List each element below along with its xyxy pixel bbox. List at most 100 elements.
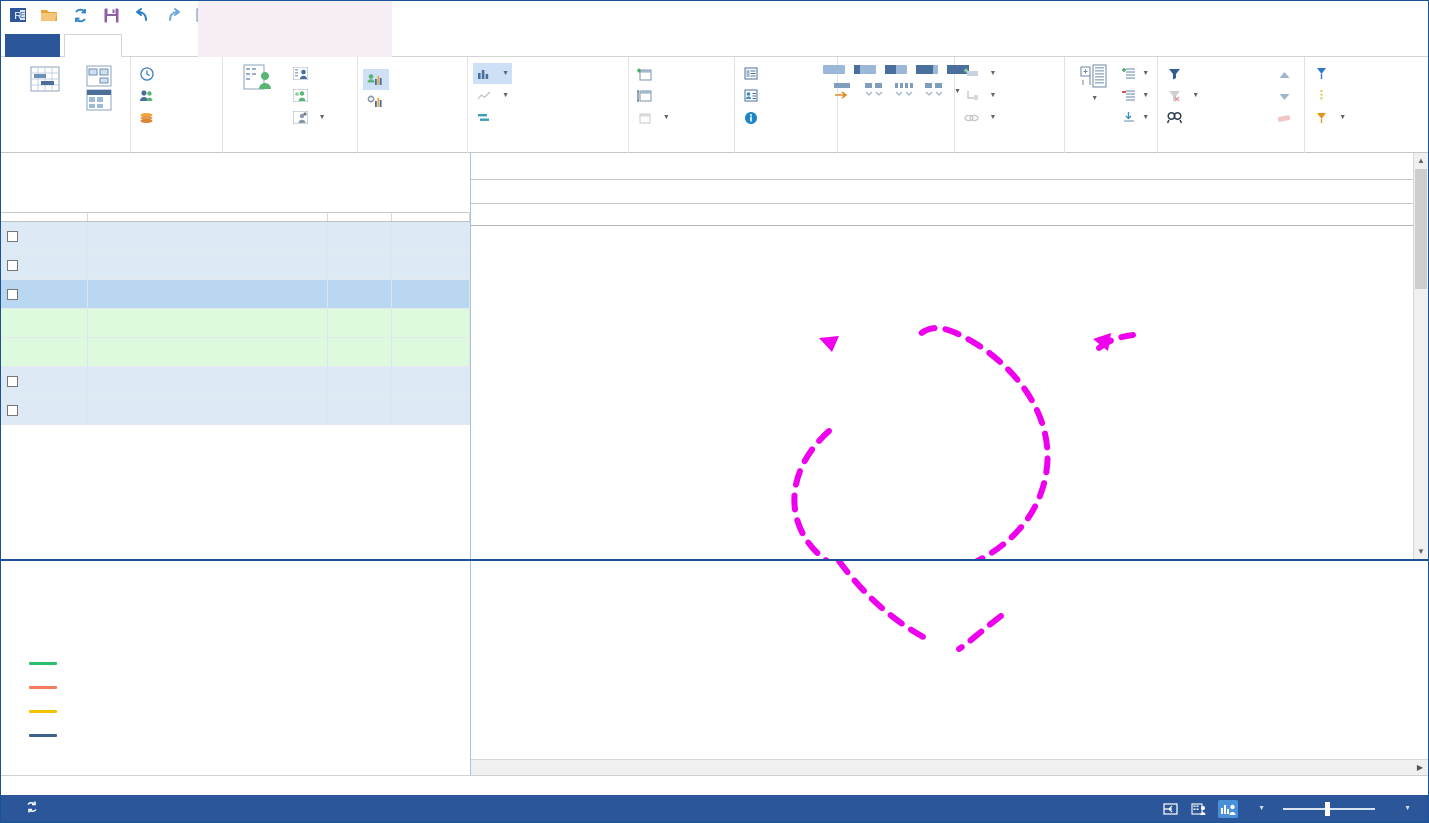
chart-horizontal-scrollbar[interactable]: ◀ ▶ [471, 759, 1428, 775]
rollen-button[interactable] [290, 63, 329, 84]
expand-icon[interactable] [7, 376, 18, 387]
kapazitaet-personal-button[interactable] [363, 69, 389, 90]
open-icon[interactable] [38, 4, 60, 26]
save-icon[interactable] [100, 4, 122, 26]
eraser-button[interactable] [1269, 108, 1299, 129]
chevron-down-icon[interactable]: ▼ [502, 70, 509, 77]
kapazitaet-maschinen-button[interactable] [363, 91, 389, 112]
zoom-slider[interactable] [1283, 808, 1375, 810]
main-content: ▲ ▼ [1, 153, 1428, 794]
capacity-view-icon[interactable] [1218, 800, 1238, 818]
grid-view-icon[interactable] [1189, 800, 1209, 818]
network-diagram-icon[interactable] [86, 65, 112, 87]
resource-chart-area: ◀ ▶ [1, 561, 1428, 775]
ressourcen-props-button[interactable] [740, 85, 766, 106]
verwalten-button[interactable] [634, 85, 673, 106]
calendar-view-icon[interactable] [86, 89, 112, 111]
table-row[interactable] [1, 222, 470, 251]
aufwand-button[interactable] [136, 85, 162, 106]
table-row[interactable] [1, 338, 470, 367]
table-row[interactable] [1, 251, 470, 280]
ressourcendiagramm-button[interactable]: ▼ [473, 63, 512, 84]
group-tasks-icon[interactable] [922, 81, 946, 101]
gantt-diagramm-button[interactable] [6, 61, 84, 99]
chevron-down-icon[interactable]: ▼ [1404, 805, 1411, 812]
undo-icon[interactable] [131, 4, 153, 26]
team-button[interactable] [290, 85, 329, 106]
stichtag-button[interactable] [1310, 63, 1349, 84]
chevron-down-icon[interactable]: ▼ [319, 114, 326, 121]
personal-view-button[interactable] [228, 61, 290, 95]
aktuelles-datum-button[interactable] [1310, 85, 1349, 106]
chevron-down-icon[interactable]: ▼ [1142, 92, 1149, 99]
table-row[interactable] [1, 280, 470, 309]
level-resources-icon[interactable] [862, 81, 886, 101]
col-header-aufwand[interactable] [327, 213, 391, 222]
tab-format[interactable] [198, 34, 392, 57]
ribbon-group-bearbeiten: ▼ [1158, 57, 1305, 153]
chevron-down-icon[interactable]: ▼ [1142, 114, 1149, 121]
row-aufwand [327, 367, 391, 396]
pct-0-button[interactable] [821, 65, 847, 75]
zeit-button[interactable] [136, 63, 162, 84]
col-header-name[interactable] [87, 213, 327, 222]
close-button[interactable] [1382, 3, 1424, 29]
scroll-down-button[interactable] [1269, 86, 1299, 107]
split-tasks-icon[interactable] [892, 81, 916, 101]
row-aufwand [327, 280, 391, 309]
scroll-up-button[interactable] [1269, 64, 1299, 85]
redo-icon[interactable] [162, 4, 184, 26]
col-header-unterdeckung[interactable] [391, 213, 469, 222]
chart-legend [29, 651, 69, 747]
app-logo-icon[interactable]: RE [7, 4, 29, 26]
indent-plus-button[interactable]: ▼ [1117, 63, 1152, 84]
teilprojekt-button: ▼ [960, 85, 999, 106]
scroll-thumb[interactable] [1415, 169, 1427, 289]
pct-75-button[interactable] [914, 65, 940, 75]
expand-icon[interactable] [7, 405, 18, 416]
scroll-down-arrow[interactable]: ▼ [1414, 544, 1428, 559]
pct-25-button[interactable] [852, 65, 878, 75]
tab-datei[interactable] [5, 34, 60, 57]
table-row[interactable] [1, 367, 470, 396]
split-view-icon[interactable] [1160, 800, 1180, 818]
filtern-button[interactable] [1163, 63, 1269, 84]
zoom-slider-thumb[interactable] [1325, 802, 1330, 816]
schedule-start-icon[interactable] [832, 81, 856, 101]
tab-projekt[interactable] [127, 34, 191, 57]
scroll-up-arrow[interactable]: ▲ [1414, 153, 1428, 168]
chevron-down-icon[interactable]: ▼ [1142, 70, 1149, 77]
expand-icon[interactable] [7, 231, 18, 242]
speichern-button[interactable] [634, 63, 673, 84]
indent-minus-button[interactable]: ▼ [1117, 85, 1152, 106]
tab-start[interactable] [64, 34, 122, 58]
refresh-icon[interactable] [25, 800, 39, 817]
status-bar: ▼ ▼ [1, 795, 1428, 822]
table-row[interactable] [1, 396, 470, 425]
info-button[interactable] [740, 107, 766, 128]
suchen-button[interactable] [1163, 107, 1269, 128]
kosten-button[interactable] [136, 107, 162, 128]
col-header-nr[interactable] [1, 213, 87, 222]
chevron-down-icon[interactable]: ▼ [1258, 805, 1265, 812]
gantt-diagramm-zusatz-button[interactable] [473, 107, 512, 128]
chevron-down-icon[interactable]: ▼ [1339, 114, 1346, 121]
refresh-icon[interactable] [69, 4, 91, 26]
collapse-icon[interactable] [7, 289, 18, 300]
expand-icon[interactable] [7, 260, 18, 271]
pct-50-button[interactable] [883, 65, 909, 75]
maximize-button[interactable] [1340, 3, 1382, 29]
ribbon-group-zeitplan: ▼ [838, 57, 955, 153]
projektanfang-button[interactable]: ▼ [1310, 107, 1349, 128]
svg-text:E: E [20, 11, 25, 20]
collapse-outline-button[interactable]: ▼ [1117, 107, 1152, 128]
projekt-props-button[interactable] [740, 63, 766, 84]
timeline-vertical-scrollbar[interactable]: ▲ ▼ [1413, 153, 1428, 559]
andere-button[interactable]: ▼ [290, 107, 329, 128]
struktur-button[interactable]: ▼ [1070, 61, 1117, 102]
row-unterdeckung [391, 396, 469, 425]
hscroll-right-arrow[interactable]: ▶ [1412, 760, 1428, 775]
table-row[interactable] [1, 309, 470, 338]
minimize-button[interactable] [1298, 3, 1340, 29]
chevron-down-icon[interactable]: ▼ [1091, 95, 1098, 102]
